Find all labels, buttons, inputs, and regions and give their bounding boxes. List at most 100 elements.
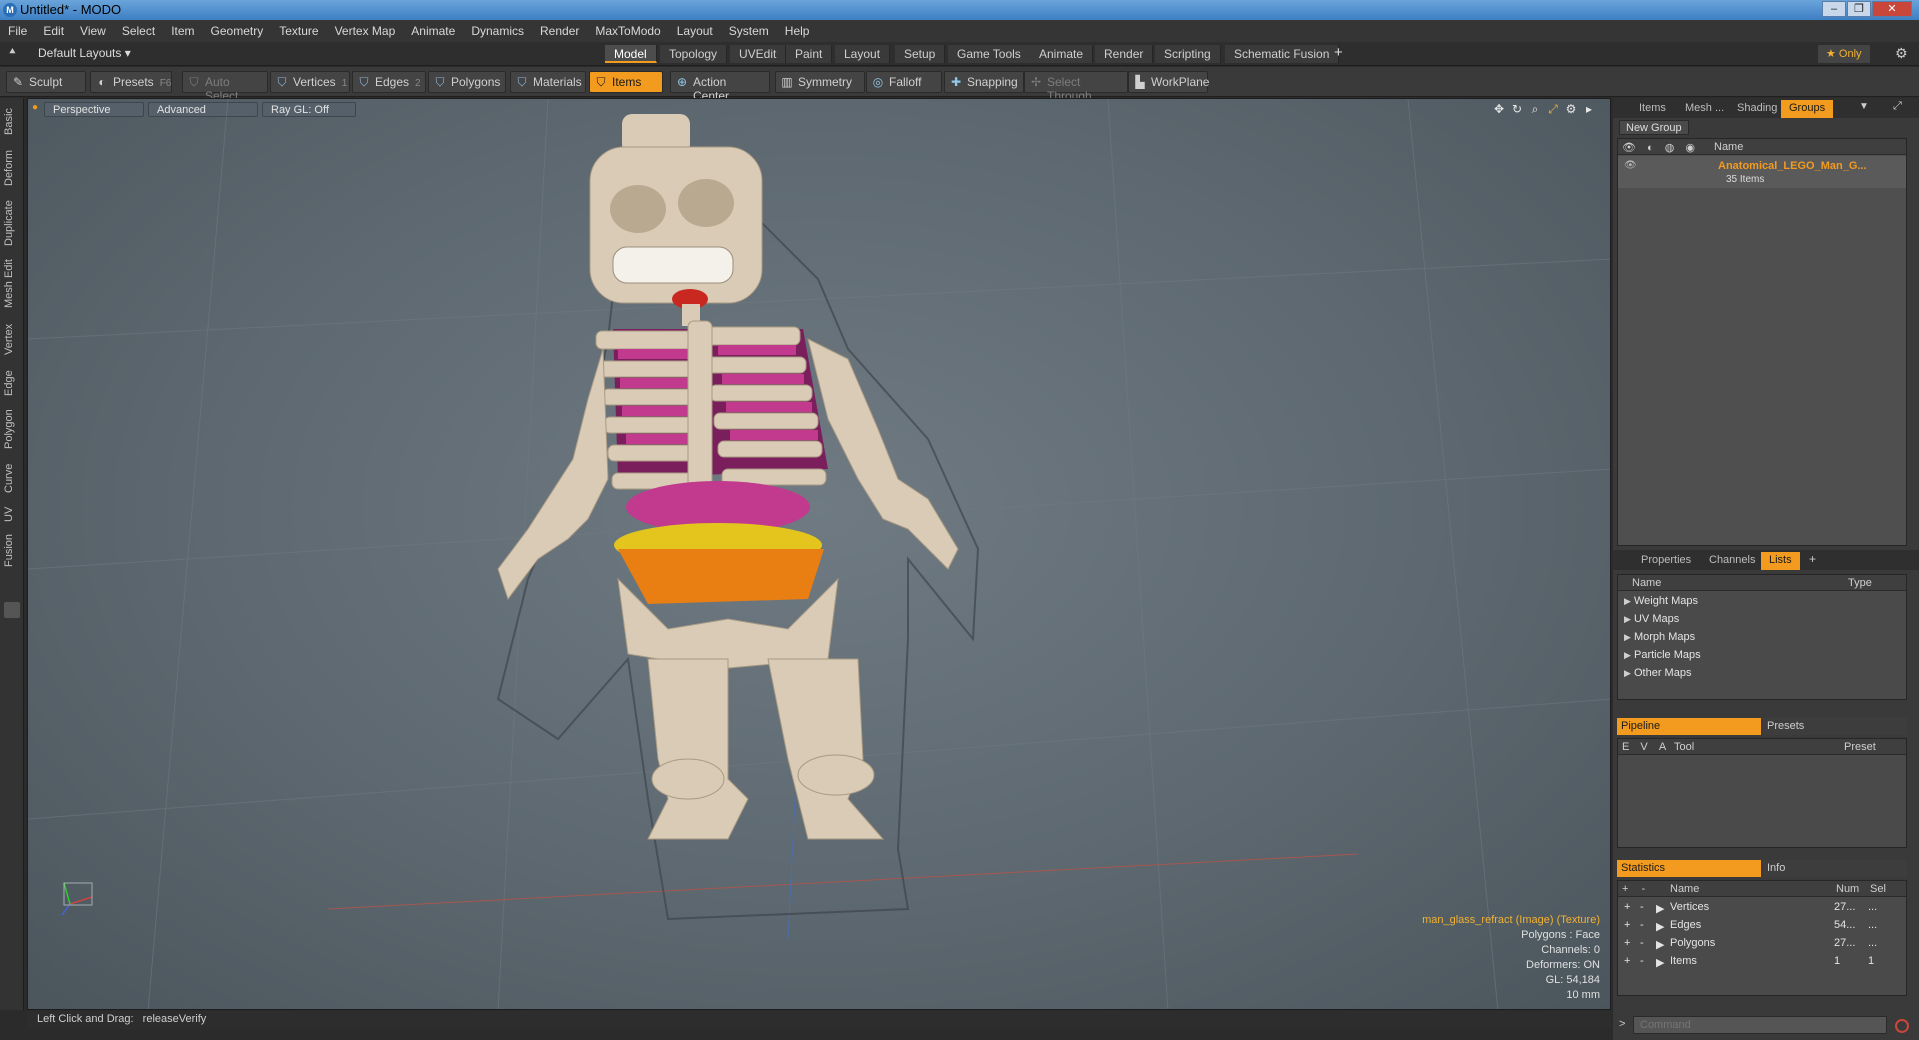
tab-scripting[interactable]: Scripting (1155, 45, 1221, 63)
vertices-button[interactable]: ⛉ Vertices 1 (270, 71, 350, 93)
left-tabs-toggle[interactable] (4, 602, 20, 618)
command-input[interactable] (1633, 1016, 1887, 1034)
presets-tab[interactable]: Presets (1763, 718, 1907, 735)
menu-layout[interactable]: Layout (669, 20, 721, 42)
add-panel-tab-button[interactable]: + (1809, 552, 1816, 566)
falloff-button[interactable]: ◎ Falloff (866, 71, 942, 93)
menu-help[interactable]: Help (777, 20, 818, 42)
menu-maxtomodo[interactable]: MaxToModo (587, 20, 668, 42)
minimize-button[interactable]: – (1822, 1, 1846, 17)
tab-shading[interactable]: Shading (1729, 100, 1785, 118)
tab-channels[interactable]: Channels (1701, 552, 1763, 570)
menu-item[interactable]: Item (163, 20, 202, 42)
stat-remove-button[interactable]: - (1640, 955, 1644, 967)
tab-topology[interactable]: Topology (660, 45, 728, 63)
polygons-button[interactable]: ⛉ Polygons (428, 71, 506, 93)
menu-view[interactable]: View (72, 20, 114, 42)
vtab-deform[interactable]: Deform (3, 146, 21, 190)
action-center-button[interactable]: ⊕ Action Center (670, 71, 770, 103)
stat-add-button[interactable]: + (1624, 955, 1630, 967)
tab-properties[interactable]: Properties (1633, 552, 1699, 570)
vtab-fusion[interactable]: Fusion (3, 530, 21, 570)
expand-arrow-icon[interactable]: ▶ (1656, 938, 1664, 951)
list-item[interactable]: ▶ UV Maps (1624, 613, 1679, 625)
expand-arrow-icon[interactable]: ▶ (1656, 956, 1664, 969)
vtab-curve[interactable]: Curve (3, 458, 21, 498)
tab-game-tools[interactable]: Game Tools (948, 45, 1031, 63)
items-button[interactable]: ⛉ Items (589, 71, 663, 93)
stat-add-button[interactable]: + (1624, 937, 1630, 949)
vtab-vertex[interactable]: Vertex (3, 318, 21, 360)
materials-button[interactable]: ⛉ Materials (510, 71, 586, 93)
tab-items[interactable]: Items (1631, 100, 1674, 118)
new-group-button[interactable]: New Group (1619, 120, 1689, 135)
menu-texture[interactable]: Texture (271, 20, 326, 42)
tab-model[interactable]: Model (605, 45, 657, 63)
panel-expand-icon[interactable]: ⤢ (1893, 100, 1902, 113)
symmetry-button[interactable]: ▥ Symmetry (775, 71, 865, 93)
sculpt-button[interactable]: ✎ Sculpt (6, 71, 86, 93)
presets-button[interactable]: ◐ Presets F6 (90, 71, 172, 93)
menu-render[interactable]: Render (532, 20, 587, 42)
vtab-duplicate[interactable]: Duplicate (3, 196, 21, 250)
record-icon[interactable] (1895, 1019, 1909, 1033)
statistics-tab[interactable]: Statistics (1617, 860, 1761, 877)
vtab-edge[interactable]: Edge (3, 366, 21, 400)
maximize-button[interactable]: ❐ (1847, 1, 1871, 17)
expand-arrow-icon[interactable]: ▶ (1624, 650, 1631, 660)
close-button[interactable]: ✕ (1872, 1, 1912, 17)
stat-add-button[interactable]: + (1624, 901, 1630, 913)
tab-paint[interactable]: Paint (786, 45, 833, 63)
gear-icon[interactable]: ⚙ (1895, 45, 1908, 62)
menu-file[interactable]: File (0, 20, 35, 42)
menu-edit[interactable]: Edit (35, 20, 72, 42)
expand-arrow-icon[interactable]: ▶ (1624, 614, 1631, 624)
select-through-button[interactable]: ✢ Select Through (1024, 71, 1128, 103)
list-item[interactable]: ▶ Morph Maps (1624, 631, 1695, 643)
group-visibility-icon[interactable]: 👁 (1624, 160, 1637, 171)
list-item[interactable]: ▶ Weight Maps (1624, 595, 1698, 607)
pipeline-tab[interactable]: Pipeline (1617, 718, 1761, 735)
tab-uvedit[interactable]: UVEdit (730, 45, 787, 63)
tab-animate[interactable]: Animate (1030, 45, 1094, 63)
menu-animate[interactable]: Animate (403, 20, 463, 42)
stat-add-button[interactable]: + (1624, 919, 1630, 931)
tab-lists[interactable]: Lists (1761, 552, 1800, 570)
stat-remove-button[interactable]: - (1640, 919, 1644, 931)
tab-schematic-fusion[interactable]: Schematic Fusion (1225, 45, 1340, 63)
expand-arrow-icon[interactable]: ▶ (1624, 668, 1631, 678)
3d-viewport[interactable]: ● Perspective Advanced Ray GL: Off ✥ ↻ ⌕… (27, 98, 1611, 1010)
default-layouts-dropdown[interactable]: Default Layouts ▾ (38, 46, 131, 60)
vtab-polygon[interactable]: Polygon (3, 404, 21, 454)
chevron-down-icon[interactable]: ▼ (1859, 101, 1869, 112)
menu-geometry[interactable]: Geometry (203, 20, 272, 42)
tab-layout[interactable]: Layout (835, 45, 891, 63)
expand-arrow-icon[interactable]: ▶ (1656, 902, 1664, 915)
menu-select[interactable]: Select (114, 20, 163, 42)
layout-pin-icon[interactable]: ⯅ (8, 46, 17, 59)
edges-button[interactable]: ⛉ Edges 2 (352, 71, 426, 93)
menu-dynamics[interactable]: Dynamics (463, 20, 532, 42)
tab-render[interactable]: Render (1095, 45, 1154, 63)
vtab-uv[interactable]: UV (3, 502, 21, 526)
menu-vertex-map[interactable]: Vertex Map (327, 20, 404, 42)
menu-system[interactable]: System (721, 20, 777, 42)
list-item[interactable]: ▶ Particle Maps (1624, 649, 1701, 661)
snapping-button[interactable]: ✚ Snapping (944, 71, 1024, 93)
tab-groups[interactable]: Groups (1781, 100, 1834, 118)
workplane-button[interactable]: ▙ WorkPlane (1128, 71, 1209, 93)
tab-mesh[interactable]: Mesh ... (1677, 100, 1732, 118)
auto-select-button[interactable]: ⛉ Auto Select (182, 71, 268, 103)
add-tab-button[interactable]: + (1334, 44, 1343, 61)
info-tab[interactable]: Info (1763, 860, 1907, 877)
tab-setup[interactable]: Setup (895, 45, 946, 63)
list-item[interactable]: ▶ Other Maps (1624, 667, 1691, 679)
group-row[interactable]: 👁 Anatomical_LEGO_Man_G... 35 Items (1618, 156, 1906, 188)
stat-remove-button[interactable]: - (1640, 901, 1644, 913)
expand-arrow-icon[interactable]: ▶ (1624, 632, 1631, 642)
expand-arrow-icon[interactable]: ▶ (1656, 920, 1664, 933)
expand-arrow-icon[interactable]: ▶ (1624, 596, 1631, 606)
vtab-mesh-edit[interactable]: Mesh Edit (3, 256, 21, 312)
stat-remove-button[interactable]: - (1640, 937, 1644, 949)
only-toggle[interactable]: ★ Only (1818, 45, 1870, 63)
